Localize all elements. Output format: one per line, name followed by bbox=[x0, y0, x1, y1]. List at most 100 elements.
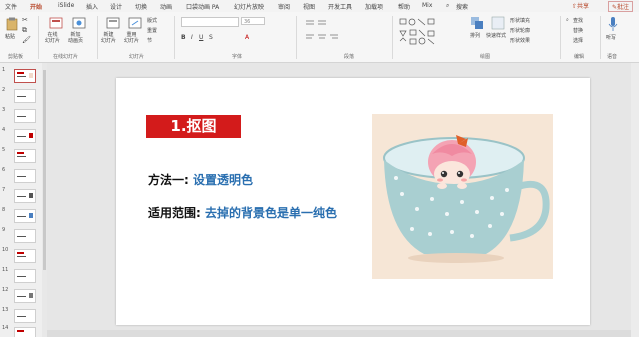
slide-thumbnail[interactable] bbox=[14, 149, 36, 163]
thumbnail-slide-10[interactable]: 10 bbox=[0, 247, 46, 265]
slide-number: 10 bbox=[2, 247, 9, 253]
editor-scrollbar[interactable] bbox=[631, 63, 639, 337]
thumbnail-slide-4[interactable]: 4 bbox=[0, 127, 46, 145]
find-button[interactable]: 查找 bbox=[573, 17, 583, 24]
slide-thumbnail[interactable] bbox=[14, 69, 36, 83]
editor-bottom-scrollbar[interactable] bbox=[47, 330, 631, 337]
dictate-button[interactable]: 听写 bbox=[606, 34, 616, 41]
slide-thumbnail[interactable] bbox=[14, 89, 36, 103]
search-icon[interactable]: ⌕ bbox=[446, 2, 449, 10]
method-line[interactable]: 方法一: 设置透明色 bbox=[148, 171, 253, 188]
slide-thumbnail[interactable] bbox=[14, 269, 36, 283]
thumbnail-slide-5[interactable]: 5 bbox=[0, 147, 46, 165]
copy-icon[interactable]: ⧉ bbox=[22, 26, 27, 35]
thumbnail-slide-11[interactable]: 11 bbox=[0, 267, 46, 285]
thumbnail-slide-6[interactable]: 6 bbox=[0, 167, 46, 185]
thumbnail-slide-7[interactable]: 7 bbox=[0, 187, 46, 205]
slide-thumbnail[interactable] bbox=[14, 209, 36, 223]
slide-thumbnail[interactable] bbox=[14, 109, 36, 123]
arrange-button[interactable]: 排列 bbox=[470, 32, 480, 39]
section-button[interactable]: 节 bbox=[147, 37, 152, 44]
thumbnail-slide-8[interactable]: 8 bbox=[0, 207, 46, 225]
online-slides-icon[interactable] bbox=[49, 16, 63, 30]
tab-slideshow[interactable]: 幻灯片放映 bbox=[234, 2, 264, 11]
thumbnails-scroll-thumb[interactable] bbox=[43, 70, 46, 270]
tab-mix[interactable]: Mix bbox=[422, 2, 432, 9]
thumbnail-slide-14[interactable]: 14 bbox=[0, 325, 46, 337]
font-name-input[interactable] bbox=[181, 17, 239, 27]
share-button[interactable]: ⇧共享 bbox=[572, 1, 589, 10]
online-slides-button[interactable]: 在线 幻灯片 bbox=[45, 32, 60, 44]
tab-view[interactable]: 视图 bbox=[303, 2, 315, 11]
tab-insert[interactable]: 插入 bbox=[86, 2, 98, 11]
thumbnail-slide-13[interactable]: 13 bbox=[0, 307, 46, 325]
slide-canvas[interactable]: 1.抠图 方法一: 设置透明色 适用范围: 去掉的背景色是单一纯色 bbox=[116, 78, 590, 325]
shapes-icon[interactable] bbox=[398, 17, 468, 47]
replace-button[interactable]: 替换 bbox=[573, 27, 583, 34]
slide-thumbnail[interactable] bbox=[14, 169, 36, 183]
reuse-slide-button[interactable]: 重用 幻灯片 bbox=[124, 32, 139, 44]
italic-button[interactable]: I bbox=[191, 34, 193, 41]
tab-addins[interactable]: 加载项 bbox=[365, 2, 383, 11]
slide-number: 3 bbox=[2, 107, 6, 113]
paragraph-controls-icon[interactable] bbox=[304, 18, 364, 46]
cut-icon[interactable]: ✂ bbox=[22, 16, 28, 24]
tab-islide[interactable]: iSlide bbox=[58, 2, 74, 9]
format-painter-icon[interactable]: 🖌 bbox=[22, 36, 31, 44]
new-animation-page-icon[interactable] bbox=[72, 16, 86, 30]
new-slide-icon[interactable] bbox=[106, 16, 120, 30]
thumbnail-slide-1[interactable]: 1 bbox=[0, 67, 46, 85]
slide-number: 8 bbox=[2, 207, 6, 213]
new-slide-button[interactable]: 新建 幻灯片 bbox=[101, 32, 116, 44]
font-color-button[interactable]: A bbox=[245, 34, 249, 41]
quick-styles-button[interactable]: 快速样式 bbox=[486, 32, 506, 39]
select-button[interactable]: 选择 bbox=[573, 37, 583, 44]
slide-thumbnail[interactable] bbox=[14, 309, 36, 323]
divider bbox=[97, 16, 98, 59]
slide-number: 5 bbox=[2, 147, 6, 153]
reuse-slide-icon[interactable] bbox=[128, 16, 142, 30]
divider bbox=[174, 16, 175, 59]
font-size-input[interactable]: 36 bbox=[241, 17, 265, 25]
tab-review[interactable]: 审阅 bbox=[278, 2, 290, 11]
reset-button[interactable]: 重置 bbox=[147, 27, 157, 34]
thumbnail-slide-9[interactable]: 9 bbox=[0, 227, 46, 245]
underline-button[interactable]: U bbox=[199, 34, 203, 41]
slide-thumbnail[interactable] bbox=[14, 189, 36, 203]
shape-fill-button[interactable]: 形状填充 bbox=[510, 17, 530, 24]
slide-thumbnail[interactable] bbox=[14, 289, 36, 303]
slide-thumbnail[interactable] bbox=[14, 129, 36, 143]
thumbnail-slide-2[interactable]: 2 bbox=[0, 87, 46, 105]
tab-file[interactable]: 文件 bbox=[5, 2, 17, 11]
tab-developer[interactable]: 开发工具 bbox=[328, 2, 352, 11]
tab-design[interactable]: 设计 bbox=[110, 2, 122, 11]
slide-thumbnail[interactable] bbox=[14, 327, 36, 337]
quick-styles-icon[interactable] bbox=[491, 16, 505, 30]
slide-thumbnail[interactable] bbox=[14, 229, 36, 243]
tab-pocket-animation[interactable]: 口袋动画 PA bbox=[186, 2, 219, 11]
arrange-icon[interactable] bbox=[470, 16, 484, 30]
shape-outline-button[interactable]: 形状轮廓 bbox=[510, 27, 530, 34]
tab-search[interactable]: 搜索 bbox=[456, 2, 468, 11]
bold-button[interactable]: B bbox=[181, 34, 186, 41]
shadow-button[interactable]: S bbox=[209, 34, 213, 41]
shape-effects-button[interactable]: 形状效果 bbox=[510, 37, 530, 44]
paste-button[interactable]: 粘贴 bbox=[5, 33, 15, 40]
title-box[interactable]: 1.抠图 bbox=[146, 115, 241, 138]
tab-help[interactable]: 帮助 bbox=[398, 2, 410, 11]
tab-animations[interactable]: 动画 bbox=[160, 2, 172, 11]
clipboard-group-label: 剪贴板 bbox=[8, 54, 24, 60]
thumbnail-slide-3[interactable]: 3 bbox=[0, 107, 46, 125]
new-animation-page-button[interactable]: 新加 动画页 bbox=[68, 32, 83, 44]
comment-button[interactable]: ✎批注 bbox=[607, 1, 633, 12]
slide-thumbnail[interactable] bbox=[14, 249, 36, 263]
tab-transitions[interactable]: 切换 bbox=[135, 2, 147, 11]
cup-girl-picture[interactable] bbox=[372, 114, 553, 279]
microphone-icon[interactable] bbox=[608, 16, 618, 32]
divider bbox=[38, 16, 39, 59]
slide-number: 1 bbox=[2, 67, 6, 73]
thumbnail-slide-12[interactable]: 12 bbox=[0, 287, 46, 305]
paste-icon[interactable] bbox=[6, 17, 18, 31]
layout-button[interactable]: 版式 bbox=[147, 17, 157, 24]
scope-line[interactable]: 适用范围: 去掉的背景色是单一纯色 bbox=[148, 204, 337, 221]
